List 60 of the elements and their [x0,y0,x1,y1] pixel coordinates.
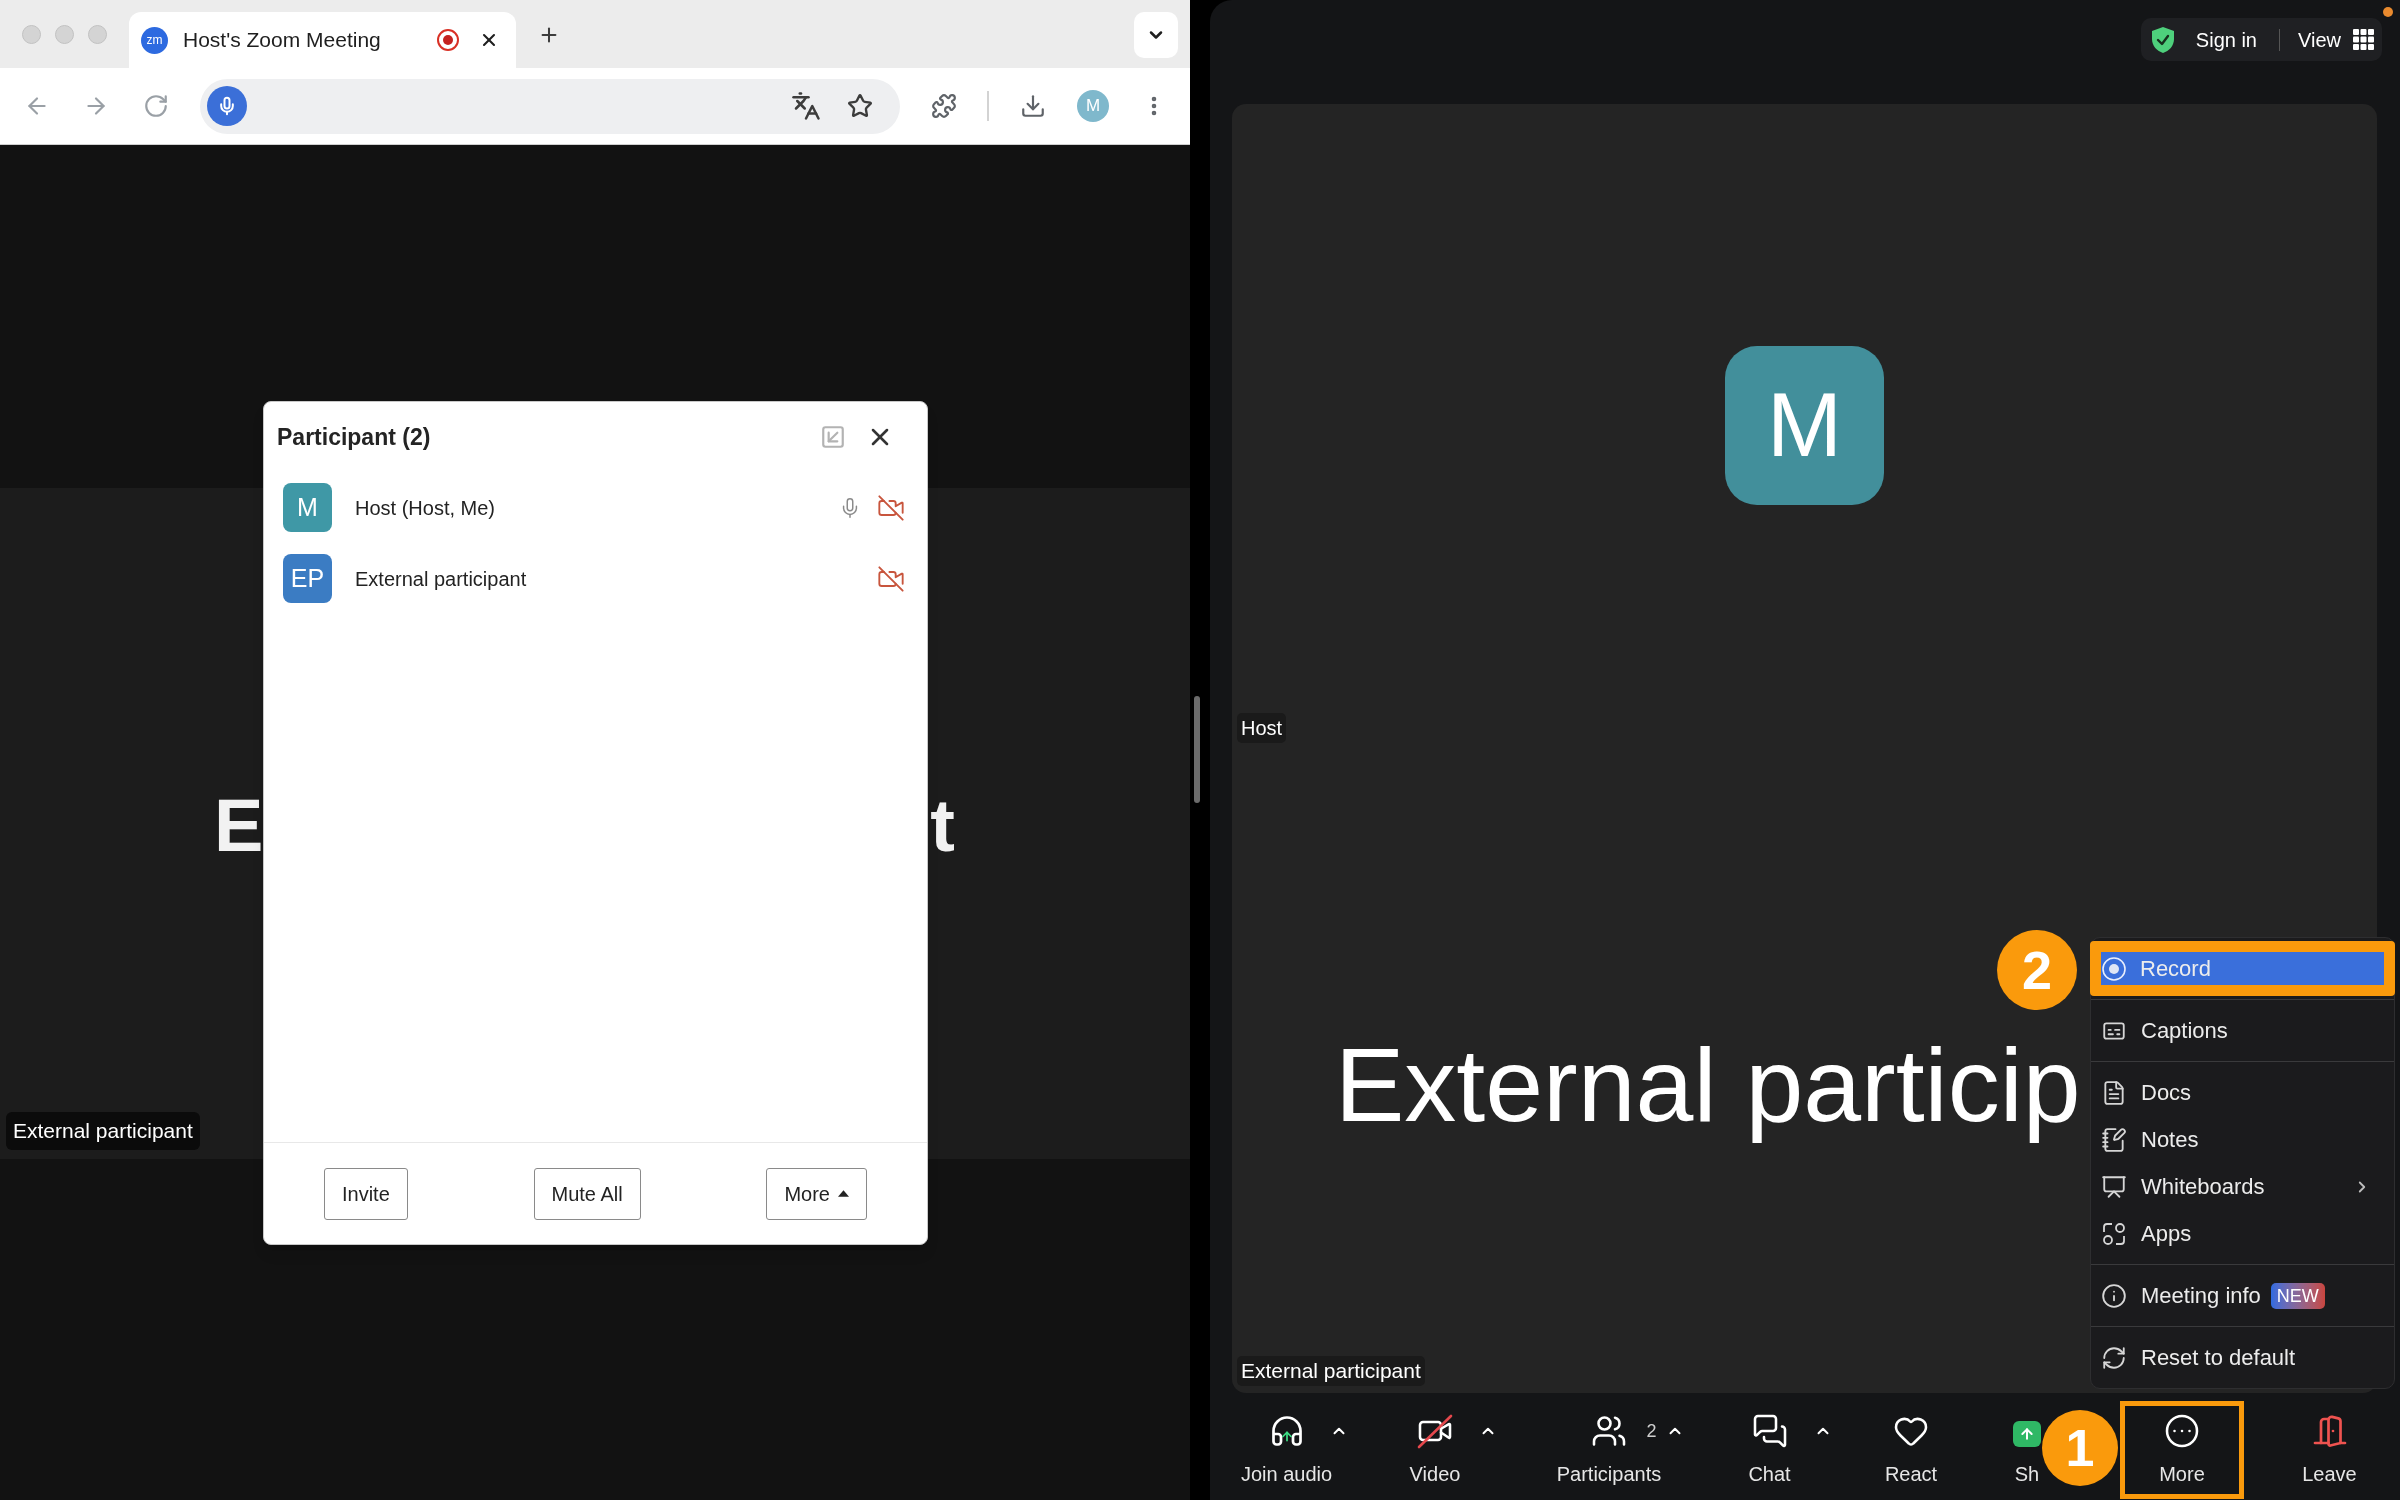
extensions-icon[interactable] [931,93,957,119]
name-label: External participant [6,1112,200,1150]
menu-item[interactable]: Whiteboards [2091,1163,2394,1210]
panel-button[interactable]: Invite [324,1167,408,1220]
menu-item[interactable]: Apps [2091,1210,2394,1257]
menu-item[interactable]: Captions [2091,1007,2394,1054]
panel-button[interactable]: More [766,1167,867,1220]
menu-item[interactable]: Meeting info NEW [2091,1272,2394,1319]
menu-item[interactable]: Record [2101,952,2384,985]
participant-count: 2 [1645,1419,1658,1443]
name-label: External participant [1237,1356,1425,1386]
browser-tab[interactable]: zm Host's Zoom Meeting [129,12,516,68]
video-button[interactable]: Video [1408,1413,1462,1486]
step-badge: 2 [1997,930,2077,1010]
participant-name: Host (Host, Me) [355,495,496,521]
apps-icon [2101,1220,2127,1247]
large-name-text: t [930,783,955,869]
tab-favicon: zm [141,26,168,54]
large-name-text: E [214,783,264,869]
record-icon [2101,955,2127,982]
microphone-icon[interactable] [207,86,247,126]
whiteboard-icon [2101,1173,2127,1200]
translate-icon[interactable] [791,91,821,121]
large-name-text: External particip [1335,1026,2081,1145]
tab-title: Host's Zoom Meeting [183,27,381,54]
leave-button[interactable]: Leave [2302,1413,2357,1486]
grid-icon [2353,29,2374,50]
download-icon[interactable] [1020,93,1046,119]
avatar: M [1725,346,1884,505]
avatar: EP [283,554,332,603]
participant-name: External participant [355,566,527,592]
view-button[interactable]: View [2298,24,2374,55]
sign-in-button[interactable]: Sign in [2195,24,2257,55]
camera-off-icon[interactable] [875,493,907,522]
menu-item[interactable]: Reset to default [2091,1334,2394,1381]
info-icon [2101,1282,2127,1309]
tab-list-button[interactable] [1134,12,1178,58]
refresh-icon [2101,1344,2127,1371]
split-handle[interactable] [1194,696,1200,803]
react-button[interactable]: React [1884,1413,1938,1486]
join-audio-button[interactable]: Join audio [1238,1413,1335,1486]
star-icon[interactable] [847,93,873,119]
step-badge: 1 [2042,1410,2118,1486]
more-button[interactable]: More [2125,1405,2239,1494]
share-button[interactable]: Sh [2013,1413,2041,1486]
name-label: Host [1237,713,1287,743]
camera-off-icon[interactable] [875,564,907,593]
caret-up-icon [838,1190,849,1197]
avatar: M [283,483,332,532]
chat-button[interactable]: Chat [1748,1413,1791,1486]
new-badge: NEW [2270,1282,2325,1309]
reload-icon[interactable] [143,93,169,119]
shield-check-icon [2150,25,2175,54]
panel-title: Participant (2) [277,422,431,452]
menu-item[interactable]: Notes [2091,1116,2394,1163]
notebook-icon [2101,1126,2127,1153]
panel-button[interactable]: Mute All [533,1167,641,1220]
document-icon [2101,1079,2127,1106]
menu-item[interactable]: Docs [2091,1069,2394,1116]
participants-button[interactable]: 2 Participants [1553,1413,1665,1486]
